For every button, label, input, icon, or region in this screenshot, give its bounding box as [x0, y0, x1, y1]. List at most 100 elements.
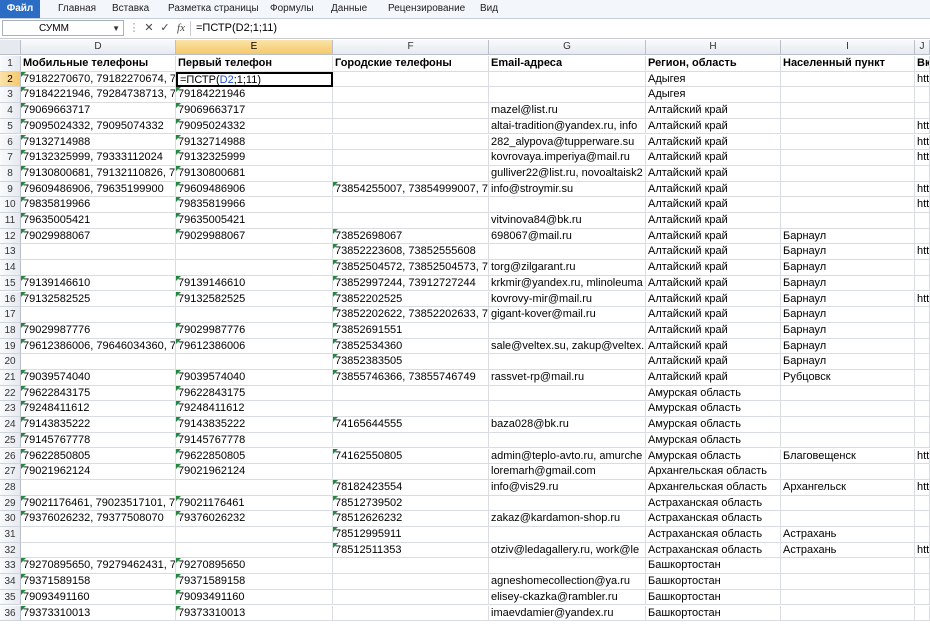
- cell-g2[interactable]: [489, 71, 646, 88]
- column-header-f[interactable]: F: [333, 40, 489, 55]
- cell-e10[interactable]: 79835819966: [176, 197, 333, 213]
- cell-e14[interactable]: [176, 260, 333, 276]
- cell-i17[interactable]: Барнаул: [781, 307, 915, 323]
- cell-g23[interactable]: [489, 401, 646, 418]
- cell-d23[interactable]: 79248411612: [21, 401, 176, 418]
- cell-e33[interactable]: 79270895650: [176, 558, 333, 575]
- row-header-35[interactable]: 35: [0, 589, 21, 606]
- column-header-i[interactable]: I: [781, 40, 915, 55]
- cell-j3[interactable]: [915, 87, 930, 104]
- cell-e34[interactable]: 79371589158: [176, 574, 333, 590]
- cell-d29[interactable]: 79021176461, 79023517101, 7902: [21, 495, 176, 512]
- cell-g10[interactable]: [489, 197, 646, 213]
- header-cell-f[interactable]: Городские телефоны: [333, 56, 489, 72]
- cell-j8[interactable]: [915, 165, 930, 182]
- cell-g3[interactable]: [489, 87, 646, 104]
- cell-j20[interactable]: [915, 354, 930, 370]
- cell-i16[interactable]: Барнаул: [781, 291, 915, 308]
- cell-f4[interactable]: [333, 103, 489, 119]
- cell-j16[interactable]: htt: [915, 291, 930, 308]
- cell-j7[interactable]: htt: [915, 150, 930, 166]
- cell-i13[interactable]: Барнаул: [781, 244, 915, 261]
- cell-e12[interactable]: 79029988067: [176, 228, 333, 245]
- cell-e21[interactable]: 79039574040: [176, 370, 333, 386]
- cell-g26[interactable]: admin@teplo-avto.ru, amurche: [489, 448, 646, 465]
- formula-input[interactable]: =ПСТР(D2;1;11): [196, 20, 926, 36]
- cell-j5[interactable]: htt: [915, 118, 930, 135]
- cell-e35[interactable]: 79093491160: [176, 589, 333, 606]
- cell-f18[interactable]: 73852691551: [333, 322, 489, 339]
- cell-g17[interactable]: gigant-kover@mail.ru: [489, 307, 646, 323]
- cell-g16[interactable]: kovrovy-mir@mail.ru: [489, 291, 646, 308]
- cell-d21[interactable]: 79039574040: [21, 370, 176, 386]
- cell-e25[interactable]: 79145767778: [176, 432, 333, 449]
- cell-j24[interactable]: [915, 417, 930, 433]
- cell-d3[interactable]: 79184221946, 79284738713, 7988: [21, 87, 176, 104]
- cell-j10[interactable]: htt: [915, 197, 930, 213]
- header-cell-g[interactable]: Email-адреса: [489, 56, 646, 72]
- cell-i25[interactable]: [781, 432, 915, 449]
- tab-formulas[interactable]: Формулы: [270, 0, 314, 18]
- cell-j6[interactable]: htt: [915, 134, 930, 151]
- cell-g35[interactable]: elisey-ckazka@rambler.ru: [489, 589, 646, 606]
- cell-e20[interactable]: [176, 354, 333, 370]
- cell-i21[interactable]: Рубцовск: [781, 370, 915, 386]
- cell-h31[interactable]: Астраханская область: [646, 527, 781, 543]
- cell-e15[interactable]: 79139146610: [176, 275, 333, 292]
- cancel-icon[interactable]: ✕: [142, 20, 156, 36]
- cell-e24[interactable]: 79143835222: [176, 417, 333, 433]
- cell-e29[interactable]: 79021176461: [176, 495, 333, 512]
- row-header-28[interactable]: 28: [0, 479, 21, 496]
- cell-g4[interactable]: mazel@list.ru: [489, 103, 646, 119]
- cell-g34[interactable]: agneshomecollection@ya.ru: [489, 574, 646, 590]
- cell-h2[interactable]: Адыгея: [646, 71, 781, 88]
- cell-d26[interactable]: 79622850805: [21, 448, 176, 465]
- cell-d28[interactable]: [21, 479, 176, 496]
- row-header-18[interactable]: 18: [0, 322, 21, 339]
- cell-f13[interactable]: 73852223608, 73852555608: [333, 244, 489, 261]
- cell-j9[interactable]: htt: [915, 181, 930, 198]
- cell-j11[interactable]: [915, 213, 930, 229]
- cell-h26[interactable]: Амурская область: [646, 448, 781, 465]
- cell-i7[interactable]: [781, 150, 915, 166]
- cell-h36[interactable]: Башкортостан: [646, 605, 781, 622]
- row-header-27[interactable]: 27: [0, 464, 21, 480]
- cell-d31[interactable]: [21, 527, 176, 543]
- select-all-corner[interactable]: [0, 40, 21, 55]
- cell-j19[interactable]: [915, 338, 930, 355]
- cell-i34[interactable]: [781, 574, 915, 590]
- cell-e5[interactable]: 79095024332: [176, 118, 333, 135]
- cell-i15[interactable]: Барнаул: [781, 275, 915, 292]
- row-header-5[interactable]: 5: [0, 118, 21, 135]
- row-header-36[interactable]: 36: [0, 605, 21, 622]
- cell-h19[interactable]: Алтайский край: [646, 338, 781, 355]
- cell-h18[interactable]: Алтайский край: [646, 322, 781, 339]
- row-header-23[interactable]: 23: [0, 401, 21, 418]
- cell-g7[interactable]: kovrovaya.imperiya@mail.ru: [489, 150, 646, 166]
- row-header-6[interactable]: 6: [0, 134, 21, 151]
- cell-d32[interactable]: [21, 542, 176, 559]
- tab-page-layout[interactable]: Разметка страницы: [168, 0, 259, 18]
- cell-j33[interactable]: [915, 558, 930, 575]
- cell-e36[interactable]: 79373310013: [176, 605, 333, 622]
- cell-d12[interactable]: 79029988067: [21, 228, 176, 245]
- row-header-20[interactable]: 20: [0, 354, 21, 370]
- tab-review[interactable]: Рецензирование: [388, 0, 465, 18]
- cell-h8[interactable]: Алтайский край: [646, 165, 781, 182]
- row-header-3[interactable]: 3: [0, 87, 21, 104]
- cell-d17[interactable]: [21, 307, 176, 323]
- column-header-g[interactable]: G: [489, 40, 646, 55]
- row-header-8[interactable]: 8: [0, 165, 21, 182]
- cell-e23[interactable]: 79248411612: [176, 401, 333, 418]
- header-cell-i[interactable]: Населенный пункт: [781, 56, 915, 72]
- cell-f2[interactable]: [333, 71, 489, 88]
- cell-j18[interactable]: [915, 322, 930, 339]
- row-header-25[interactable]: 25: [0, 432, 21, 449]
- cell-i22[interactable]: [781, 385, 915, 402]
- cell-j28[interactable]: htt: [915, 479, 930, 496]
- cell-e28[interactable]: [176, 479, 333, 496]
- cell-d4[interactable]: 79069663717: [21, 103, 176, 119]
- cell-g14[interactable]: torg@zilgarant.ru: [489, 260, 646, 276]
- cell-h3[interactable]: Адыгея: [646, 87, 781, 104]
- cell-f21[interactable]: 73855746366, 73855746749: [333, 370, 489, 386]
